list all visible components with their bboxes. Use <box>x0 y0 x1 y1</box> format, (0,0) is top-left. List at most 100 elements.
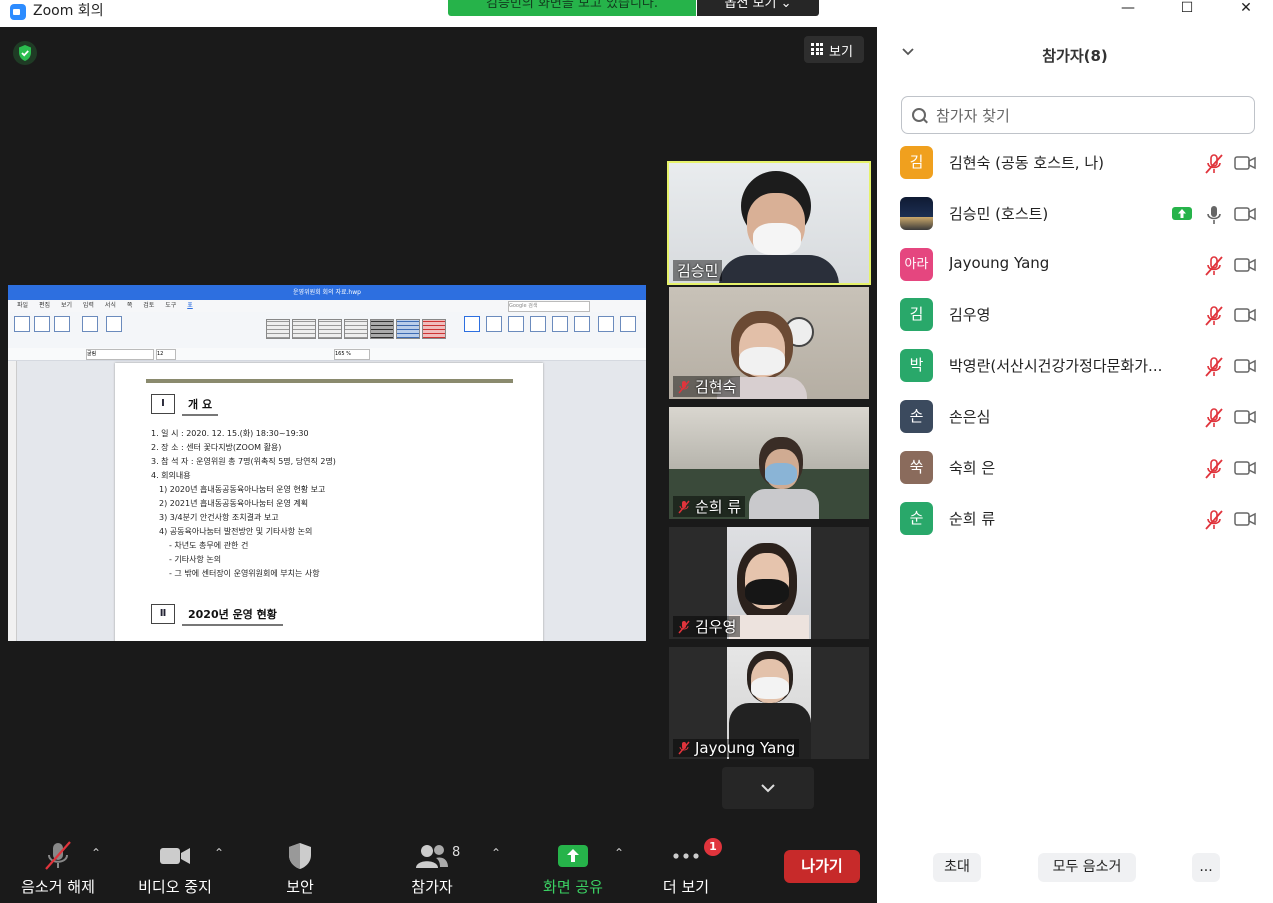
tile-name-text: 김현숙 <box>695 378 737 396</box>
participant-row[interactable]: 손 손은심 <box>877 400 1273 451</box>
video-options-caret[interactable]: ⌃ <box>214 846 224 860</box>
mic-icon[interactable] <box>1203 204 1225 226</box>
participant-video-tile[interactable]: 김현숙 <box>669 287 869 399</box>
tile-name-text: Jayoung Yang <box>695 739 796 757</box>
security-button[interactable]: 보안 <box>270 840 330 897</box>
participant-name: 김우영 <box>949 306 991 324</box>
unmute-button[interactable]: 음소거 해제 <box>14 840 102 897</box>
video-camera-icon[interactable] <box>1234 206 1256 222</box>
participant-row[interactable]: 쑥 숙희 은 <box>877 451 1273 502</box>
mic-muted-icon[interactable] <box>1203 153 1225 175</box>
scroll-thumbnails-down-button[interactable] <box>722 767 814 809</box>
share-options-caret[interactable]: ⌃ <box>614 846 624 860</box>
panel-collapse-chevron-icon[interactable] <box>901 45 915 59</box>
toolbar-icon <box>530 316 546 332</box>
more-button[interactable]: 1 더 보기 <box>656 838 722 897</box>
stop-video-button[interactable]: 비디오 중지 <box>130 840 220 897</box>
shared-screen[interactable]: 운영위원회 회의 자료.hwp 파일 편집 보기 입력 서식 쪽 검토 도구 표… <box>8 285 646 641</box>
mute-all-button[interactable]: 모두 음소거 <box>1038 853 1136 882</box>
table-style-icon <box>422 319 446 339</box>
view-options-button[interactable]: 옵션 보기 ⌄ <box>697 0 819 16</box>
security-label: 보안 <box>286 878 314 896</box>
menu-item: 입력 <box>82 302 94 309</box>
face-mask <box>751 677 789 699</box>
table-style-icon <box>396 319 420 339</box>
participant-name: 김승민 (호스트) <box>949 205 1049 223</box>
video-camera-icon[interactable] <box>1234 511 1256 527</box>
video-camera-icon[interactable] <box>1234 307 1256 323</box>
maximize-button[interactable]: ☐ <box>1165 0 1209 20</box>
participant-video-tile[interactable]: 김우영 <box>669 527 869 639</box>
minimize-button[interactable]: — <box>1106 0 1150 20</box>
panel-more-button[interactable]: ... <box>1192 853 1220 882</box>
mic-muted-icon[interactable] <box>1203 509 1225 531</box>
participant-search-input[interactable]: 참가자 찾기 <box>901 96 1255 134</box>
participant-row[interactable]: 김승민 (호스트) <box>877 197 1273 248</box>
share-screen-button[interactable]: 화면 공유 <box>535 840 611 897</box>
mic-muted-icon[interactable] <box>1203 458 1225 480</box>
participants-button[interactable]: 8 참가자 <box>400 840 464 897</box>
participants-label: 참가자 <box>411 878 453 896</box>
table-style-icon <box>266 319 290 339</box>
doc-line: - 차년도 총무에 관한 건 <box>169 541 249 550</box>
video-camera-icon[interactable] <box>1234 257 1256 273</box>
participants-options-caret[interactable]: ⌃ <box>491 846 501 860</box>
doc-line: 3) 3/4분기 안건사항 조치결과 보고 <box>159 513 279 522</box>
video-camera-icon[interactable] <box>1234 460 1256 476</box>
doc-line: 2) 2021년 흡내동공동육아나눔터 운영 계획 <box>159 499 309 508</box>
toolbar-icon <box>486 316 502 332</box>
face-mask <box>765 463 797 485</box>
gallery-view-button[interactable]: 보기 <box>804 36 864 63</box>
participant-row[interactable]: 아라 Jayoung Yang <box>877 248 1273 299</box>
video-camera-icon[interactable] <box>1234 358 1256 374</box>
font-name-field: 굴림 <box>86 349 154 360</box>
close-button[interactable]: ✕ <box>1224 0 1268 20</box>
panel-title: 참가자(8) <box>1042 47 1108 65</box>
mic-muted-icon <box>678 380 690 394</box>
participant-name: 숙희 은 <box>949 459 996 477</box>
participant-video-tile[interactable]: Jayoung Yang <box>669 647 869 759</box>
mic-muted-icon[interactable] <box>1203 255 1225 277</box>
security-shield-icon <box>289 843 311 869</box>
participant-row[interactable]: 순 순희 류 <box>877 502 1273 553</box>
face-mask <box>739 347 785 375</box>
share-screen-label: 화면 공유 <box>543 878 603 896</box>
tile-name: 순희 류 <box>673 496 746 517</box>
audio-options-caret[interactable]: ⌃ <box>91 846 101 860</box>
doc-line: 4. 회의내용 <box>151 471 191 480</box>
participant-video-tile[interactable]: 순희 류 <box>669 407 869 519</box>
mic-muted-icon[interactable] <box>1203 356 1225 378</box>
shared-app-toolbar <box>8 312 646 349</box>
chevron-down-icon <box>761 784 775 793</box>
participant-avatar: 순 <box>900 502 933 535</box>
toolbar-icon <box>106 316 122 332</box>
more-dots-icon <box>673 853 699 859</box>
participant-row[interactable]: 박 박영란(서산시건강가정다문화가... <box>877 349 1273 400</box>
participant-row[interactable]: 김 김현숙 (공동 호스트, 나) <box>877 146 1273 197</box>
mic-muted-icon[interactable] <box>1203 407 1225 429</box>
toolbar-icon <box>574 316 590 332</box>
tile-name: 김승민 <box>673 260 723 281</box>
toolbar-icon <box>54 316 70 332</box>
mic-muted-icon <box>678 620 690 634</box>
table-style-icon <box>318 319 342 339</box>
invite-button[interactable]: 초대 <box>933 853 981 882</box>
tile-name: 김현숙 <box>673 376 741 397</box>
menu-item: 파일 <box>17 302 29 309</box>
leave-meeting-button[interactable]: 나가기 <box>784 850 860 883</box>
mic-muted-icon[interactable] <box>1203 305 1225 327</box>
menu-item: 검토 <box>143 302 155 309</box>
participant-avatar: 김 <box>900 298 933 331</box>
encryption-shield-icon[interactable] <box>13 41 37 65</box>
zoom-logo-icon <box>10 4 26 20</box>
tile-name: Jayoung Yang <box>673 739 800 757</box>
participant-row[interactable]: 김 김우영 <box>877 298 1273 349</box>
video-camera-icon[interactable] <box>1234 155 1256 171</box>
participant-video-tile[interactable]: 김승민 <box>667 161 871 285</box>
toolbar-icon <box>464 316 480 332</box>
zoom-level-field: 165 % <box>334 349 370 360</box>
menu-item: 서식 <box>104 302 116 309</box>
toolbar-icon <box>552 316 568 332</box>
participant-body <box>729 615 809 639</box>
video-camera-icon[interactable] <box>1234 409 1256 425</box>
